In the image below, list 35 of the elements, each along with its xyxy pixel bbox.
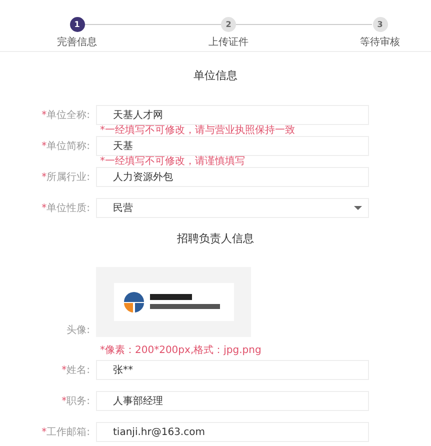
text-field[interactable]: tianji.hr@163.com [96,422,369,442]
field-label: 头像: [66,325,90,336]
section-title: 单位信息 [192,68,238,84]
text-field[interactable]: 张** [96,360,369,380]
field-label: 工作邮箱: [46,427,90,438]
hint-text: *一经填写不可修改，请谨慎填写 [100,156,246,167]
text-field[interactable]: 天基人才网 [96,105,369,125]
required-mark: * [42,172,47,183]
text-field[interactable]: 人事部经理 [96,391,369,411]
hint-text: *一经填写不可修改，请与营业执照保持一致 [100,125,296,136]
section-title: 招聘负责人信息 [176,231,255,247]
required-mark: * [42,203,47,214]
required-mark: * [42,427,47,438]
text-field[interactable]: 人力资源外包 [96,167,369,187]
step-number: 2 [221,17,236,32]
field-label: 职务: [66,396,90,407]
field-label: 单位性质: [46,203,90,214]
required-mark: * [62,365,67,376]
step-label: 完善信息 [57,36,97,49]
required-mark: * [42,141,47,152]
required-mark: * [62,396,67,407]
field-label: 单位简称: [46,141,90,152]
field-label: 单位全称: [46,110,90,121]
step-number: 1 [70,17,84,32]
field-label: 所属行业: [46,172,90,183]
hint-text: *像素：200*200px,格式：jpg.png [100,345,262,356]
avatar-upload[interactable] [96,267,251,337]
caret-icon [354,206,362,210]
step-label: 上传证件 [208,36,248,49]
field-label: 姓名: [66,365,90,376]
text-field[interactable]: 天基 [96,136,369,156]
select-field[interactable]: 民营 [96,198,369,218]
step-number: 3 [372,17,388,32]
step-label: 等待审核 [360,36,400,49]
required-mark: * [42,110,47,121]
